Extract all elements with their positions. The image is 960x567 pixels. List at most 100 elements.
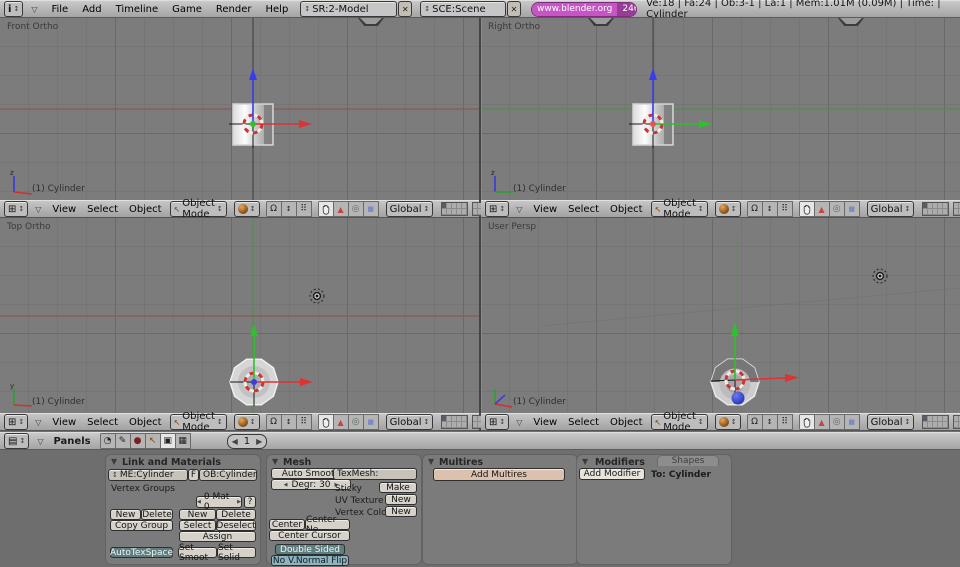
deselect-button[interactable]: Deselect bbox=[216, 520, 256, 531]
stepper-arrows-icon[interactable]: ↕ bbox=[763, 414, 778, 430]
view-menu[interactable]: View bbox=[52, 204, 76, 215]
center-new-button[interactable]: Center Ne bbox=[305, 519, 350, 530]
editor-type-selector[interactable]: ⊞ ↕ bbox=[485, 414, 509, 430]
translate-gizmo-z-ball[interactable] bbox=[732, 392, 745, 405]
object-menu[interactable]: Object bbox=[129, 417, 162, 428]
mode-selector[interactable]: ↖ Object Mode ↕ bbox=[651, 414, 708, 430]
proportional-edit-icon[interactable]: Ω bbox=[267, 414, 282, 430]
snap-icon[interactable]: ⠿ bbox=[297, 414, 312, 430]
viewport-top[interactable]: Top Ortho y ( bbox=[0, 218, 479, 413]
rotate-manipulator-icon[interactable]: ◎ bbox=[349, 201, 364, 217]
select-menu[interactable]: Select bbox=[568, 204, 599, 215]
tab-shapes[interactable]: Shapes bbox=[657, 455, 719, 466]
object-menu[interactable]: Object bbox=[610, 417, 643, 428]
draw-mode-selector[interactable]: ↕ bbox=[234, 201, 260, 217]
panel-title[interactable]: Modifiers bbox=[595, 457, 645, 468]
step-left-icon[interactable]: ◀ bbox=[232, 437, 238, 446]
area-divider[interactable] bbox=[479, 18, 481, 431]
scale-manipulator-icon[interactable]: ■ bbox=[845, 414, 860, 430]
menu-render[interactable]: Render bbox=[216, 4, 252, 15]
panel-collapse-icon[interactable]: ▼ bbox=[111, 457, 117, 466]
layer-cell[interactable] bbox=[462, 209, 467, 215]
menu-collapse-icon[interactable]: ▽ bbox=[516, 418, 522, 427]
vgroup-new-button[interactable]: New bbox=[110, 509, 141, 520]
panel-collapse-icon[interactable]: ▼ bbox=[582, 457, 588, 466]
center-button[interactable]: Center bbox=[269, 519, 305, 530]
viewport-user[interactable]: User Persp bbox=[481, 218, 960, 413]
close-icon[interactable]: ✕ bbox=[507, 1, 521, 17]
stepper-arrows-icon[interactable]: ↕ bbox=[282, 414, 297, 430]
select-menu[interactable]: Select bbox=[87, 417, 118, 428]
orientation-selector[interactable]: Global ↕ bbox=[867, 414, 915, 430]
panel-collapse-icon[interactable]: ▼ bbox=[272, 457, 278, 466]
translate-manipulator-icon[interactable]: ▲ bbox=[815, 414, 830, 430]
object-context-icon[interactable]: ↖ bbox=[146, 433, 161, 449]
material-help-button[interactable]: ? bbox=[244, 496, 256, 508]
mesh-datablock-field[interactable]: ↕ ME:Cylinder bbox=[108, 469, 188, 481]
translate-manipulator-icon[interactable]: ▲ bbox=[334, 414, 349, 430]
editor-type-selector[interactable]: ▤ ↕ bbox=[4, 433, 29, 449]
step-left-icon[interactable]: ◀ bbox=[197, 499, 201, 505]
lamp-object[interactable] bbox=[310, 289, 324, 303]
scale-manipulator-icon[interactable]: ■ bbox=[364, 201, 379, 217]
script-context-icon[interactable]: ✎ bbox=[116, 433, 131, 449]
menu-game[interactable]: Game bbox=[172, 4, 202, 15]
menu-collapse-icon[interactable]: ▽ bbox=[516, 205, 522, 214]
select-button[interactable]: Select bbox=[179, 520, 216, 531]
fake-user-button[interactable]: F bbox=[188, 469, 199, 481]
texmesh-field[interactable]: TexMesh: bbox=[333, 468, 417, 480]
manipulator-hand-icon[interactable] bbox=[800, 414, 815, 430]
editor-type-selector[interactable]: ⊞ ↕ bbox=[4, 414, 28, 430]
add-multires-button[interactable]: Add Multires bbox=[433, 468, 565, 481]
draw-mode-selector[interactable]: ↕ bbox=[715, 201, 741, 217]
view-menu[interactable]: View bbox=[533, 417, 557, 428]
panel-page-stepper[interactable]: ◀ 1 ▶ bbox=[227, 434, 268, 449]
orientation-selector[interactable]: Global ↕ bbox=[867, 201, 915, 217]
vertex-color-new-button[interactable]: New bbox=[385, 506, 417, 517]
mode-selector[interactable]: ↖ Object Mode ↕ bbox=[170, 414, 227, 430]
orientation-selector[interactable]: Global ↕ bbox=[386, 414, 434, 430]
screen-selector[interactable]: ↕ SR:2-Model bbox=[300, 1, 397, 17]
autotexspace-toggle[interactable]: AutoTexSpace bbox=[110, 547, 173, 558]
material-new-button[interactable]: New bbox=[179, 509, 216, 520]
step-right-icon[interactable]: ▶ bbox=[256, 437, 262, 446]
view-menu[interactable]: View bbox=[533, 204, 557, 215]
editor-type-selector[interactable]: ⊞ ↕ bbox=[485, 201, 509, 217]
orientation-selector[interactable]: Global ↕ bbox=[386, 201, 434, 217]
mode-selector[interactable]: ↖ Object Mode ↕ bbox=[170, 201, 227, 217]
layer-cell[interactable] bbox=[462, 422, 467, 428]
logic-context-icon[interactable]: ◔ bbox=[101, 433, 116, 449]
shading-context-icon[interactable]: ● bbox=[131, 433, 146, 449]
object-menu[interactable]: Object bbox=[610, 204, 643, 215]
set-smooth-button[interactable]: Set Smoot bbox=[178, 547, 217, 558]
viewport-front[interactable]: Front Ortho z bbox=[0, 18, 479, 200]
manipulator-hand-icon[interactable] bbox=[319, 414, 334, 430]
stepper-arrows-icon[interactable]: ↕ bbox=[763, 201, 778, 217]
viewport-right[interactable]: Right Ortho z bbox=[481, 18, 960, 200]
draw-mode-selector[interactable]: ↕ bbox=[715, 414, 741, 430]
layer-cell[interactable] bbox=[943, 209, 948, 215]
panel-title[interactable]: Mesh bbox=[283, 457, 311, 468]
editor-type-selector[interactable]: i ↕ bbox=[4, 1, 23, 17]
menu-add[interactable]: Add bbox=[82, 4, 101, 15]
menu-collapse-icon[interactable]: ▽ bbox=[35, 418, 41, 427]
rotate-manipulator-icon[interactable]: ◎ bbox=[830, 414, 845, 430]
object-menu[interactable]: Object bbox=[129, 204, 162, 215]
uv-texture-new-button[interactable]: New bbox=[385, 494, 417, 505]
scene-context-icon[interactable]: ▦ bbox=[176, 433, 191, 449]
menu-timeline[interactable]: Timeline bbox=[116, 4, 159, 15]
material-stepper[interactable]: ◀ 0 Mat 0 ▶ bbox=[196, 496, 242, 508]
sticky-make-button[interactable]: Make bbox=[379, 482, 417, 493]
menu-collapse-icon[interactable]: ▽ bbox=[31, 5, 37, 14]
select-menu[interactable]: Select bbox=[87, 204, 118, 215]
vgroup-delete-button[interactable]: Delete bbox=[141, 509, 173, 520]
panel-title[interactable]: Multires bbox=[439, 457, 483, 468]
scale-manipulator-icon[interactable]: ■ bbox=[845, 201, 860, 217]
scene-selector[interactable]: ↕ SCE:Scene bbox=[420, 1, 506, 17]
stepper-arrows-icon[interactable]: ↕ bbox=[282, 201, 297, 217]
add-modifier-button[interactable]: Add Modifier bbox=[579, 468, 645, 480]
rotate-manipulator-icon[interactable]: ◎ bbox=[830, 201, 845, 217]
proportional-edit-icon[interactable]: Ω bbox=[267, 201, 282, 217]
step-right-icon[interactable]: ▶ bbox=[237, 499, 241, 505]
center-cursor-button[interactable]: Center Cursor bbox=[269, 530, 350, 541]
